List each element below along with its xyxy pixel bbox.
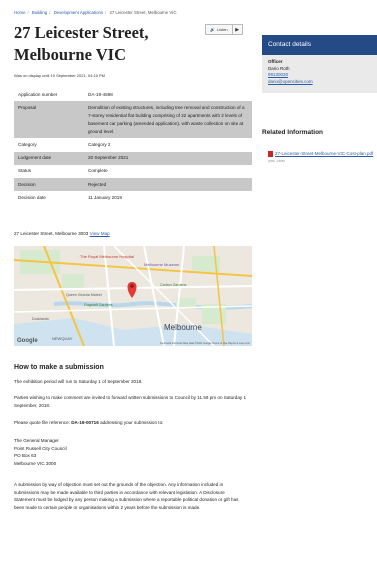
detail-key: Category <box>14 138 84 152</box>
application-details-table: Application number DA-19-4598 Proposal Dem… <box>14 88 252 205</box>
table-row: Lodgement date 20 September 2021 <box>14 151 252 165</box>
contact-details-body: Officer Dario Roth 99130020 dario@openci… <box>262 55 377 89</box>
table-row: Category Category 2 <box>14 138 252 152</box>
page-title: 27 Leicester Street, Melbourne VIC <box>14 23 149 64</box>
detail-value: 20 September 2021 <box>84 151 252 165</box>
cost-plan-link[interactable]: 27-Leicester-Street-Melbourne-VIC-Cost-p… <box>275 151 373 156</box>
submission-heading: How to make a submission <box>14 364 104 371</box>
table-row: Proposal Demolition of existing structure… <box>14 101 252 139</box>
detail-key: Status <box>14 164 84 178</box>
address-line: Point Russell City Council <box>14 445 67 451</box>
detail-value: 11 January 2019 <box>84 191 252 205</box>
address-line: 27 Leicester Street, Melbourne 3003 View… <box>14 231 110 236</box>
detail-value: Complete <box>84 164 252 178</box>
breadcrumb-home[interactable]: Home <box>14 10 25 15</box>
address-line: The General Manager <box>14 438 59 443</box>
address-text: 27 Leicester Street, Melbourne 3003 <box>14 231 89 236</box>
officer-phone-link[interactable]: 99130020 <box>268 72 288 77</box>
file-reference: DA-19-00716 <box>71 420 99 425</box>
officer-name: Dario Roth <box>268 65 290 71</box>
officer-email-link[interactable]: dario@opencities.com <box>268 79 313 84</box>
speaker-icon: 🔊 <box>210 27 215 32</box>
mailing-address: The General Manager Point Russell City C… <box>14 437 246 467</box>
detail-value: Rejected <box>84 177 252 192</box>
detail-key: Lodgement date <box>14 151 84 165</box>
table-row: Decision Rejected <box>14 177 252 192</box>
file-reference-paragraph: Please quote file reference: DA-19-00716… <box>14 419 246 427</box>
map-label: Melbourne <box>164 323 202 332</box>
map-label: Carlton Gardens <box>160 283 187 287</box>
address-line: Melbourne VIC 3000 <box>14 460 57 466</box>
listen-button[interactable]: 🔊 Listen <box>206 25 233 34</box>
map-label: Flagstaff Gardens <box>84 303 113 307</box>
map-label: Queen Victoria Market <box>66 293 102 297</box>
breadcrumb-development-applications[interactable]: Development Applications <box>54 10 103 15</box>
contact-details-panel: Contact details Officer Dario Roth 99130… <box>262 35 377 93</box>
submission-paragraph: Parties wishing to make comment are invi… <box>14 395 247 408</box>
related-information-heading: Related Information <box>262 129 324 136</box>
breadcrumb-separator: / <box>49 10 51 15</box>
breadcrumb-building[interactable]: Building <box>32 10 47 15</box>
pdf-icon <box>268 150 273 157</box>
contact-details-heading: Contact details <box>262 35 377 55</box>
play-button[interactable]: ▶ <box>233 27 242 33</box>
map-label: NEWQUAY <box>52 336 73 341</box>
listen-widget: 🔊 Listen ▶ <box>205 24 243 35</box>
detail-value: Demolition of existing structures, inclu… <box>84 101 252 139</box>
reference-prefix: Please quote file reference: <box>14 420 72 425</box>
table-row: Application number DA-19-4598 <box>14 88 252 102</box>
submission-paragraph: The exhibition period will run to Saturd… <box>14 379 143 384</box>
map-label: Docklands <box>32 317 49 321</box>
detail-key: Application number <box>14 88 84 102</box>
table-row: Status Complete <box>14 164 252 178</box>
detail-value: Category 2 <box>84 138 252 152</box>
file-size: (PDF, 14KB) <box>268 159 285 163</box>
breadcrumb-current: 27 Leicester Street, Melbourne VIC <box>109 10 177 15</box>
related-document: 27-Leicester-Street-Melbourne-VIC-Cost-p… <box>268 150 374 165</box>
location-map[interactable]: The Royal Melbourne Hospital Melbourne M… <box>14 246 252 346</box>
play-icon: ▶ <box>235 26 240 33</box>
breadcrumb-separator: / <box>27 10 29 15</box>
breadcrumb: Home / Building / Development Applications… <box>14 10 177 15</box>
view-map-link[interactable]: View Map <box>90 231 110 236</box>
submission-paragraph: A submission by way of objection must se… <box>14 482 239 510</box>
detail-value: DA-19-4598 <box>84 88 252 102</box>
address-line: PO Box 63 <box>14 453 37 459</box>
map-label: The Royal Melbourne Hospital <box>80 254 134 259</box>
display-note: Was on display until 10 September 2021, … <box>14 73 106 78</box>
map-canvas[interactable]: The Royal Melbourne Hospital Melbourne M… <box>14 246 252 346</box>
detail-key: Decision <box>14 177 84 192</box>
detail-key: Proposal <box>14 101 84 139</box>
breadcrumb-separator: / <box>105 10 107 15</box>
listen-label: Listen <box>216 27 228 32</box>
map-label: Melbourne Museum <box>144 262 180 267</box>
detail-key: Decision date <box>14 191 84 205</box>
officer-label: Officer <box>268 59 283 64</box>
google-logo: Google <box>17 338 38 344</box>
map-footer[interactable]: Keyboard shortcuts Map data ©2021 Google… <box>160 342 250 345</box>
reference-suffix: addressing your submission to: <box>98 420 164 425</box>
table-row: Decision date 11 January 2019 <box>14 191 252 205</box>
